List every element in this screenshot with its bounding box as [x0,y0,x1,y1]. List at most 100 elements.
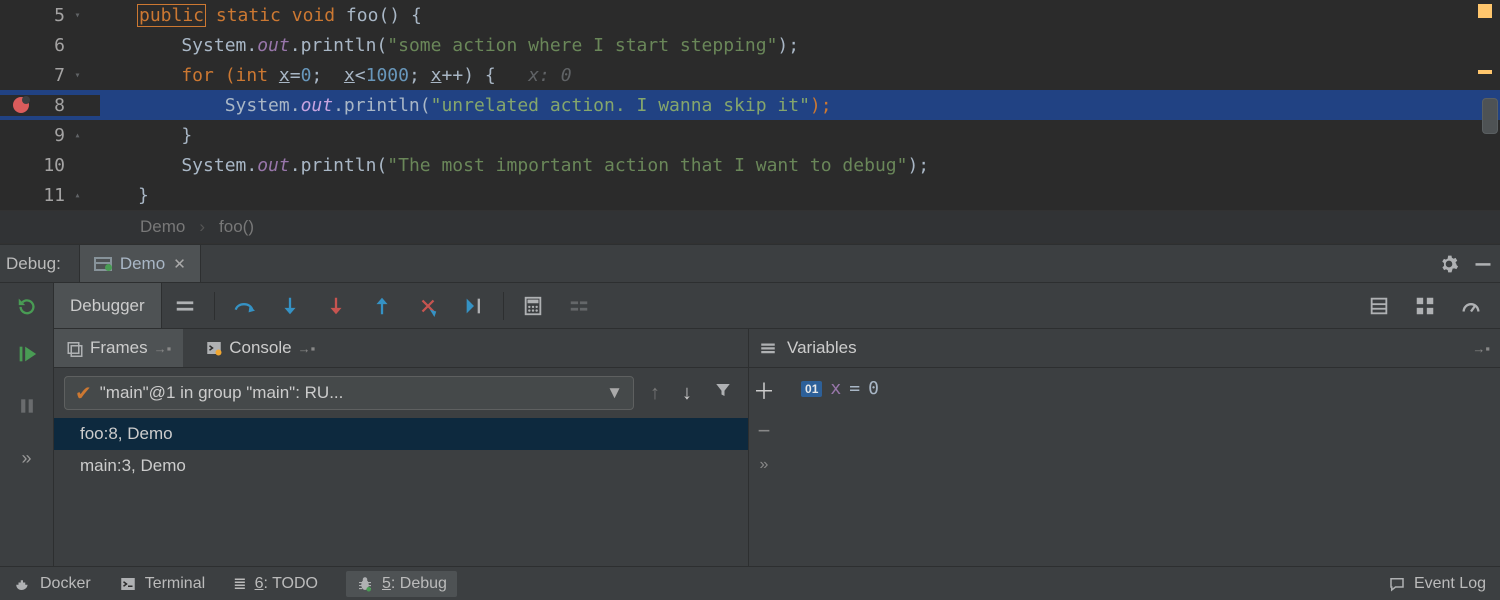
code-text: System.out.println("unrelated action. I … [100,95,1500,116]
minimize-icon [1473,254,1493,274]
pin-icon[interactable]: →▪ [1472,341,1490,356]
next-frame-button[interactable]: ↓ [676,382,698,405]
debug-toolbar: Debugger [0,282,1500,328]
thread-selector[interactable]: ✔ "main"@1 in group "main": RU... ▼ [64,376,634,410]
fold-icon[interactable]: ▴ [72,129,84,141]
remove-watch-button[interactable]: − [758,418,771,444]
step-into-icon [279,295,301,317]
chevron-right-icon: › [199,217,205,237]
filter-button[interactable] [708,381,738,405]
frame-item[interactable]: foo:8, Demo [54,418,748,450]
pause-button[interactable] [0,380,53,432]
settings-button[interactable] [1432,247,1466,281]
code-line[interactable]: 11 ▴ } [0,180,1500,210]
check-icon: ✔ [75,381,92,406]
gauge-icon [1460,295,1482,317]
funnel-icon [714,381,732,399]
application-icon [94,257,112,271]
resume-button[interactable] [0,328,53,380]
code-text: System.out.println("The most important a… [100,155,1500,176]
code-text: for (int x=0; x<1000; x++) { x: 0 [100,65,1500,86]
step-over-icon [233,295,255,317]
debug-panels: » Frames →▪ Console →▪ ✔ "main"@1 in gro… [0,328,1500,566]
code-text: public static void foo() { [100,5,1500,26]
evaluate-expression-button[interactable] [510,283,556,329]
code-line-current[interactable]: 8 System.out.println("unrelated action. … [0,90,1500,120]
minimize-button[interactable] [1466,247,1500,281]
line-number: 8 [35,95,65,116]
more-watches-button[interactable]: » [760,456,769,474]
warning-marker-icon[interactable] [1478,4,1492,18]
drop-frame-button[interactable] [405,283,451,329]
line-number: 5 [35,5,65,26]
console-icon [205,339,223,357]
editor-markers [1474,4,1496,74]
code-line[interactable]: 7 ▾ for (int x=0; x<1000; x++) { x: 0 [0,60,1500,90]
code-line[interactable]: 9 ▴ } [0,120,1500,150]
layout-icon [1368,295,1390,317]
debug-label: Debug: [0,254,79,274]
close-icon[interactable]: ✕ [173,255,186,273]
line-number: 7 [35,65,65,86]
code-text: } [100,185,1500,206]
pin-icon[interactable]: →▪ [298,341,316,356]
frames-icon [66,339,84,357]
breadcrumb-item[interactable]: Demo [140,217,185,237]
step-over-button[interactable] [221,283,267,329]
line-number: 11 [35,185,65,206]
frames-tab[interactable]: Frames →▪ [54,329,183,367]
pin-icon[interactable]: →▪ [154,341,172,356]
code-editor[interactable]: 5 ▾ public static void foo() { 6 System.… [0,0,1500,210]
chevron-down-icon: ▼ [606,383,623,403]
event-log-button[interactable]: Event Log [1388,575,1486,593]
code-text: } [100,125,1500,146]
warning-stripe-icon[interactable] [1478,70,1492,74]
prev-frame-button[interactable]: ↑ [644,382,666,405]
force-step-into-button[interactable] [313,283,359,329]
settings-view-button[interactable] [1402,283,1448,329]
scrollbar-thumb[interactable] [1482,98,1498,134]
step-out-icon [371,295,393,317]
show-execution-point-button[interactable] [162,283,208,329]
execution-point-icon [174,295,196,317]
variable-row[interactable]: 01 x = 0 [779,368,1500,409]
debugger-tab[interactable]: Debugger [54,283,162,328]
more-button[interactable]: » [0,432,53,484]
run-to-cursor-button[interactable] [451,283,497,329]
code-line[interactable]: 5 ▾ public static void foo() { [0,0,1500,30]
grid-icon [1414,295,1436,317]
terminal-tool-window-button[interactable]: Terminal [119,575,205,593]
code-line[interactable]: 6 System.out.println("some action where … [0,30,1500,60]
layout-button[interactable] [1356,283,1402,329]
frames-list[interactable]: foo:8, Demo main:3, Demo [54,418,748,482]
console-tab[interactable]: Console →▪ [193,329,327,367]
run-config-tab[interactable]: Demo ✕ [79,245,201,282]
add-watch-button[interactable]: ＋ [753,374,775,406]
debug-tool-window-button[interactable]: 5: Debug [346,571,457,597]
run-config-name: Demo [120,254,165,274]
trace-current-stream-button[interactable] [556,283,602,329]
docker-tool-window-button[interactable]: Docker [14,575,91,593]
line-number: 9 [35,125,65,146]
step-into-button[interactable] [267,283,313,329]
primitive-badge-icon: 01 [801,381,822,397]
variables-panel: Variables →▪ ＋ − » 01 x = 0 [749,328,1500,566]
fold-icon[interactable]: ▴ [72,189,84,201]
breakpoint-icon[interactable] [13,97,29,113]
fold-icon[interactable]: ▾ [72,9,84,21]
frame-item[interactable]: main:3, Demo [54,450,748,482]
breadcrumb-item[interactable]: foo() [219,217,254,237]
code-text: System.out.println("some action where I … [100,35,1500,56]
rerun-button[interactable] [0,283,53,328]
gear-icon [1439,254,1459,274]
fold-icon[interactable]: ▾ [72,69,84,81]
debug-tool-window-header: Debug: Demo ✕ [0,244,1500,282]
breadcrumb[interactable]: Demo › foo() [0,210,1500,244]
variable-name: x [830,378,841,399]
variables-icon [759,339,777,357]
step-out-button[interactable] [359,283,405,329]
code-line[interactable]: 10 System.out.println("The most importan… [0,150,1500,180]
calculator-icon [522,295,544,317]
todo-tool-window-button[interactable]: ≣ 6: TODO [233,574,318,594]
memory-view-button[interactable] [1448,283,1494,329]
